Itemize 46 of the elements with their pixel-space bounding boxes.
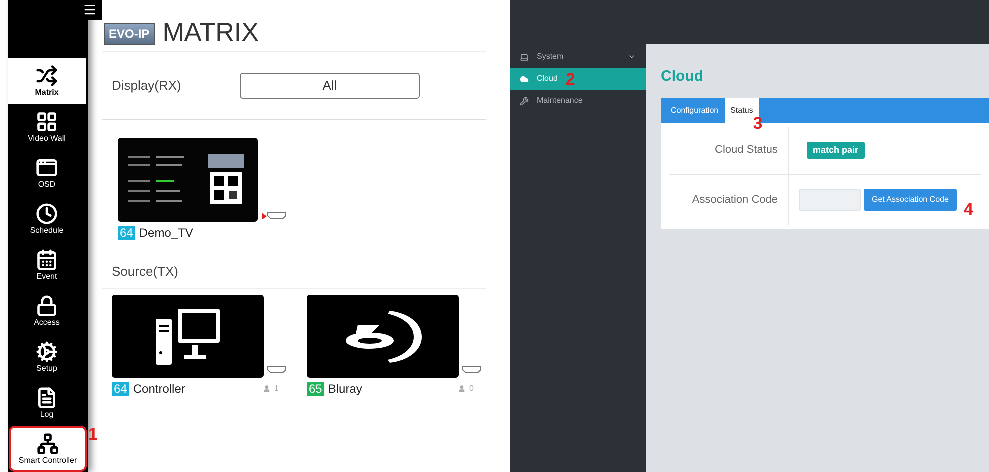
- user-count: 0: [470, 383, 474, 395]
- code-field[interactable]: [799, 189, 861, 211]
- menu-icon[interactable]: [83, 3, 97, 17]
- laptop-icon: [520, 52, 529, 62]
- port-icon: [267, 366, 287, 374]
- annotation-number: 4: [964, 200, 974, 219]
- section-label: Source(TX): [112, 262, 178, 281]
- user-icon: [262, 385, 271, 393]
- caret-icon: [628, 53, 636, 61]
- device-name: Controller: [133, 381, 186, 398]
- id-badge: 65: [307, 382, 324, 396]
- page-title: Cloud: [661, 67, 704, 87]
- window-icon: [36, 157, 58, 179]
- logo: EVO-IP: [104, 23, 155, 45]
- filter-button[interactable]: All: [240, 72, 420, 98]
- computer-icon: [156, 306, 220, 366]
- source-card[interactable]: [112, 295, 264, 378]
- page-title: MATRIX: [162, 19, 259, 45]
- port-icon: [267, 212, 287, 220]
- wrench-icon: [520, 96, 529, 106]
- shuffle-icon: [36, 65, 58, 87]
- field-label: Cloud Status: [714, 143, 779, 158]
- nav-item[interactable]: Maintenance: [510, 90, 646, 112]
- grid-icon: [36, 111, 58, 133]
- user-icon: [458, 385, 466, 393]
- device-name: Demo_TV: [139, 225, 194, 242]
- network-icon: [37, 433, 59, 455]
- port-icon: [462, 366, 482, 374]
- user-count: 1: [274, 383, 279, 395]
- document-icon: [36, 387, 58, 409]
- cloud-icon: [520, 74, 529, 84]
- annotation-number: 2: [566, 70, 576, 88]
- id-badge: 64: [118, 226, 136, 240]
- status-tag: match pair: [807, 142, 865, 160]
- nav-item[interactable]: Smart Controller: [9, 426, 87, 472]
- field-label: Association Code: [691, 192, 779, 208]
- lock-icon: [36, 295, 58, 317]
- section-label: Display(RX): [112, 76, 182, 95]
- device-name: Bluray: [328, 381, 364, 398]
- nav-item[interactable]: System: [510, 46, 646, 68]
- calendar-icon: [36, 249, 58, 271]
- annotation-number: 1: [88, 425, 98, 444]
- nav-item[interactable]: Matrix: [8, 58, 86, 104]
- clock-icon: [36, 203, 58, 225]
- id-badge: 64: [112, 382, 130, 396]
- source-card[interactable]: [307, 295, 459, 378]
